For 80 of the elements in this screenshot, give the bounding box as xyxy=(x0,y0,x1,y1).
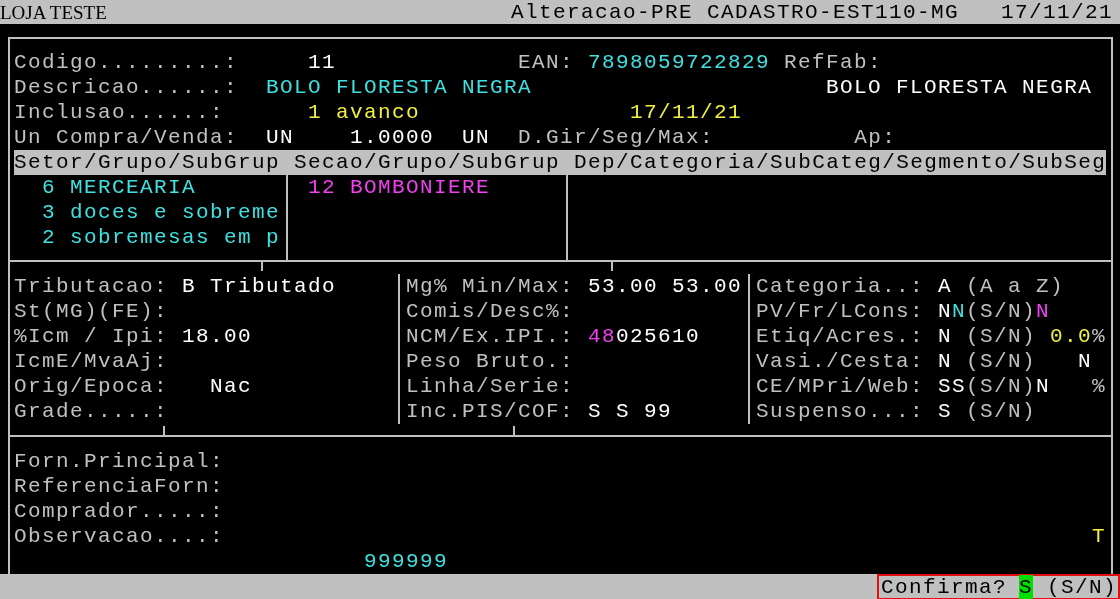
screen-title: Alteracao-PRE CADASTRO-EST110-MG xyxy=(510,0,959,25)
field-label: CE/MPri/Web: xyxy=(756,374,925,399)
field-label: Grade.....: xyxy=(14,399,169,424)
date: 17/11/21 xyxy=(1000,0,1113,25)
field-label: Etiq/Acres.: xyxy=(756,324,925,349)
answer-field[interactable]: S xyxy=(1018,574,1033,599)
field-value: 999999 xyxy=(364,549,448,574)
options-hint: (S/N) xyxy=(966,324,1037,349)
options-hint: (S/N) xyxy=(1047,574,1117,599)
field-label: Ap: xyxy=(854,125,897,150)
field-value: 53.00 53.00 xyxy=(588,274,743,299)
field-label: PV/Fr/LCons: xyxy=(756,299,925,324)
field-value: N xyxy=(952,299,967,324)
field-value: S xyxy=(938,399,953,424)
options-hint: (S/N) xyxy=(966,299,1037,324)
field-label: EAN: xyxy=(518,50,575,75)
prompt-label: Confirma? xyxy=(880,574,1007,599)
field-value: 17/11/21 xyxy=(630,100,743,125)
field-label: Vasi./Cesta: xyxy=(756,349,925,374)
group-item: 3 doces e sobreme xyxy=(42,200,281,225)
options-hint: % xyxy=(1092,324,1107,349)
field-label: IcmE/MvaAj: xyxy=(14,349,169,374)
field-label: Comprador.....: xyxy=(14,499,225,524)
field-value: N xyxy=(1036,299,1051,324)
field-label: RefFab: xyxy=(784,50,883,75)
field-label: D.Gir/Seg/Max: xyxy=(518,125,715,150)
options-hint: (S/N) xyxy=(966,374,1037,399)
group-item: 2 sobremesas em p xyxy=(42,225,281,250)
field-label: Inc.PIS/COF: xyxy=(406,399,575,424)
group-item: 12 BOMBONIERE xyxy=(308,175,491,200)
field-value: N xyxy=(938,299,953,324)
column-heading: Setor/Grupo/SubGrup xyxy=(14,150,281,175)
options-hint: % xyxy=(1092,374,1107,399)
field-value: 7898059722829 xyxy=(588,50,771,75)
field-value: BOLO FLORESTA NEGRA xyxy=(266,75,533,100)
field-value: N xyxy=(938,349,953,374)
field-label: Forn.Principal: xyxy=(14,449,225,474)
field-label: Orig/Epoca: xyxy=(14,374,169,399)
field-value: 0.0 xyxy=(1050,324,1093,349)
field-value: SS xyxy=(938,374,967,399)
field-label: Peso Bruto.: xyxy=(406,349,575,374)
field-label: Inclusao......: xyxy=(14,100,225,125)
field-label: Observacao....: xyxy=(14,524,225,549)
field-value: BOLO FLORESTA NEGRA xyxy=(826,75,1093,100)
field-value: B Tributado xyxy=(182,274,337,299)
field-label: Tributacao: xyxy=(14,274,169,299)
field-label: Linha/Serie: xyxy=(406,374,575,399)
store-name: LOJA TESTE xyxy=(0,0,107,25)
field-value: 18.00 xyxy=(182,324,253,349)
field-label: Mg% Min/Max: xyxy=(406,274,575,299)
options-hint: (A a Z) xyxy=(966,274,1065,299)
field-value: UN xyxy=(266,125,295,150)
field-value: 025610 xyxy=(616,324,701,349)
field-value: N xyxy=(1036,374,1051,399)
field-label: Suspenso...: xyxy=(756,399,925,424)
field-label: Descricao......: xyxy=(14,75,239,100)
field-label: Codigo.........: xyxy=(14,50,239,75)
field-label: %Icm / Ipi: xyxy=(14,324,169,349)
field-label: Un Compra/Venda: xyxy=(14,125,239,150)
field-value: 1 avanco xyxy=(308,100,421,125)
field-label: St(MG)(FE): xyxy=(14,299,169,324)
field-value: T xyxy=(1092,524,1107,549)
field-label: ReferenciaForn: xyxy=(14,474,225,499)
field-value: UN xyxy=(462,125,491,150)
field-value: 48 xyxy=(588,324,617,349)
field-label: Comis/Desc%: xyxy=(406,299,575,324)
options-hint: (S/N) xyxy=(966,399,1037,424)
field-value: 1.0000 xyxy=(350,125,435,150)
field-value: N xyxy=(938,324,953,349)
options-hint: (S/N) xyxy=(966,349,1037,374)
field-value: S S 99 xyxy=(588,399,673,424)
group-item: 6 MERCEARIA xyxy=(42,175,197,200)
field-value: N xyxy=(1078,349,1093,374)
field-value: Nac xyxy=(210,374,253,399)
field-label: NCM/Ex.IPI.: xyxy=(406,324,575,349)
field-label: Categoria..: xyxy=(756,274,925,299)
field-value: 11 xyxy=(308,50,337,75)
column-heading: Secao/Grupo/SubGrup xyxy=(294,150,561,175)
field-value: A xyxy=(938,274,953,299)
column-heading: Dep/Categoria/SubCateg/Segmento/SubSeg xyxy=(574,150,1107,175)
